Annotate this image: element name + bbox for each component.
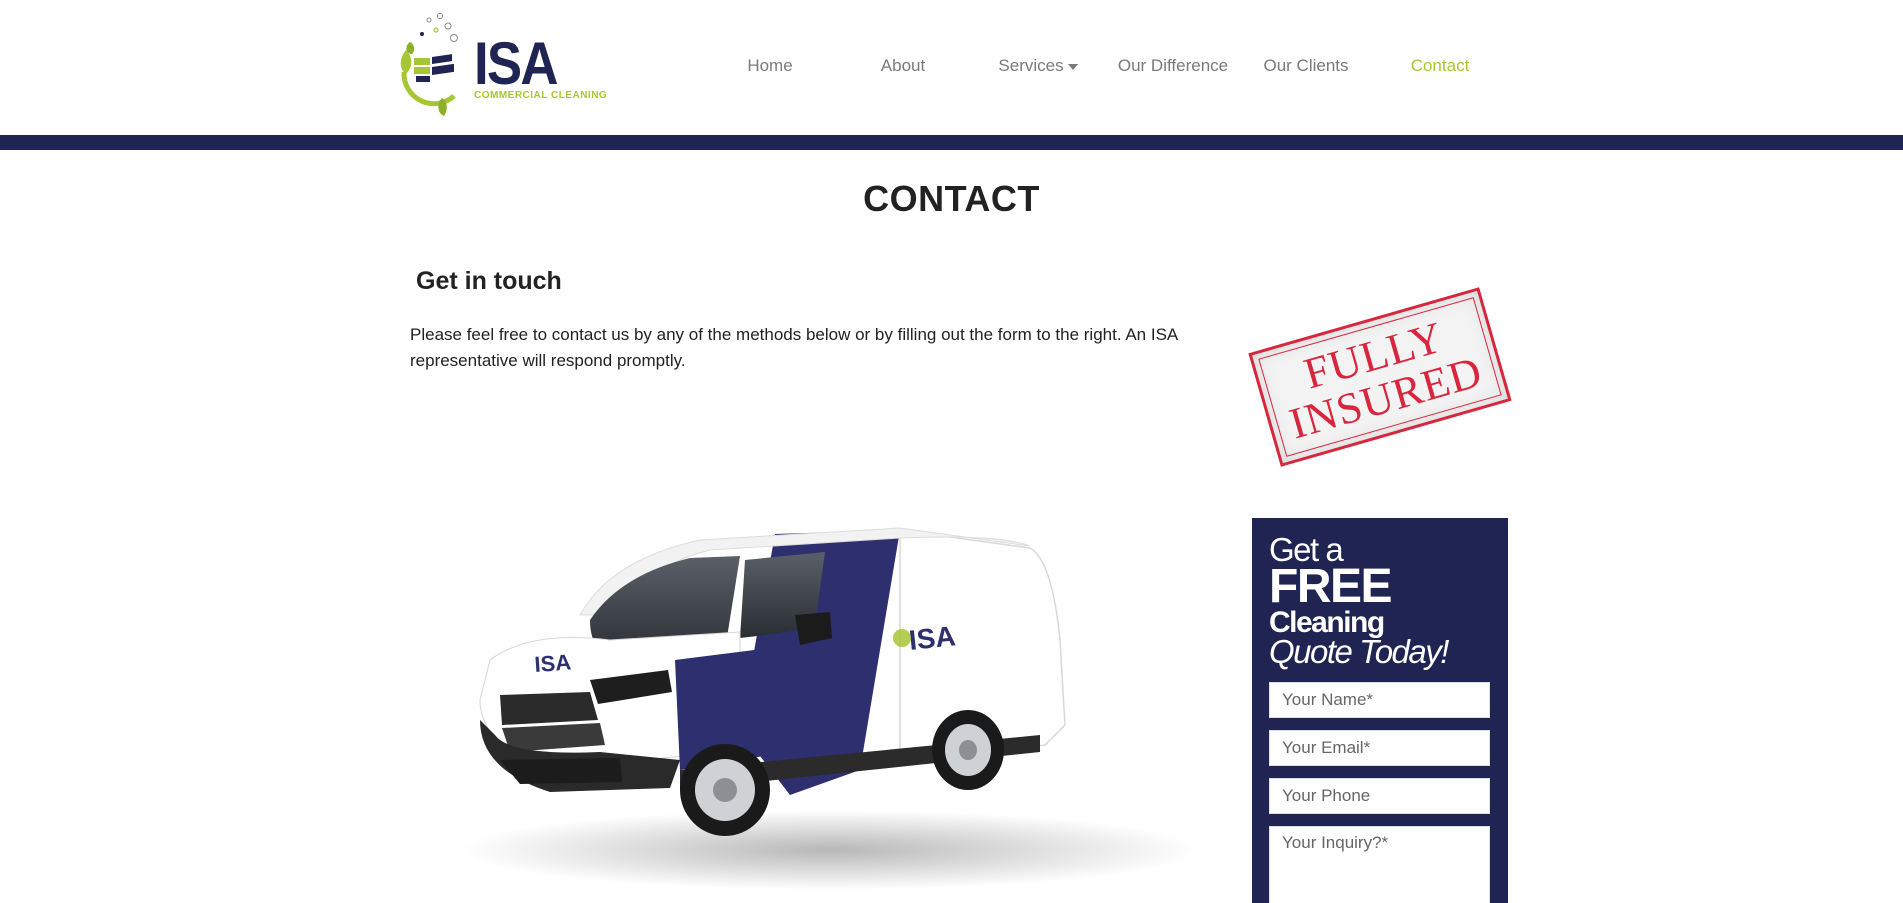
name-input[interactable] <box>1269 682 1490 718</box>
site-header: ISA COMMERCIAL CLEANING Home About Servi… <box>0 0 1903 135</box>
quote-heading-line-4: Quote Today! <box>1269 633 1449 670</box>
main-nav: Home About Services Our Difference Our C… <box>705 56 1505 80</box>
caret-down-icon <box>1067 63 1078 70</box>
logo-tagline: COMMERCIAL CLEANING <box>474 90 608 101</box>
site-logo[interactable]: ISA COMMERCIAL CLEANING <box>396 12 608 120</box>
logo-wordmark: ISA <box>474 30 559 97</box>
nav-services[interactable]: Services <box>973 56 1103 76</box>
email-input[interactable] <box>1269 730 1490 766</box>
fully-insured-stamp: FULLY INSURED <box>1248 287 1512 467</box>
quote-form-panel: Get a FREE Cleaning Quote Today! <box>1252 518 1508 903</box>
nav-about[interactable]: About <box>838 56 968 76</box>
phone-input[interactable] <box>1269 778 1490 814</box>
nav-services-label: Services <box>998 56 1064 75</box>
van-illustration: ISA ISA <box>460 527 1200 890</box>
nav-our-clients[interactable]: Our Clients <box>1241 56 1371 76</box>
van-image: ISA ISA <box>440 520 1230 903</box>
svg-text:ISA: ISA <box>534 649 572 677</box>
logo-mark-icon <box>400 13 458 116</box>
quote-heading-line-2: FREE <box>1269 560 1393 613</box>
svg-text:ISA: ISA <box>907 620 957 656</box>
nav-contact[interactable]: Contact <box>1375 56 1505 76</box>
section-heading: Get in touch <box>416 267 562 295</box>
nav-our-difference[interactable]: Our Difference <box>1108 56 1238 76</box>
inquiry-textarea[interactable] <box>1269 826 1490 903</box>
intro-text: Please feel free to contact us by any of… <box>410 325 1178 370</box>
page-title: CONTACT <box>863 178 1040 219</box>
nav-home[interactable]: Home <box>705 56 835 76</box>
header-divider-bar <box>0 135 1903 150</box>
